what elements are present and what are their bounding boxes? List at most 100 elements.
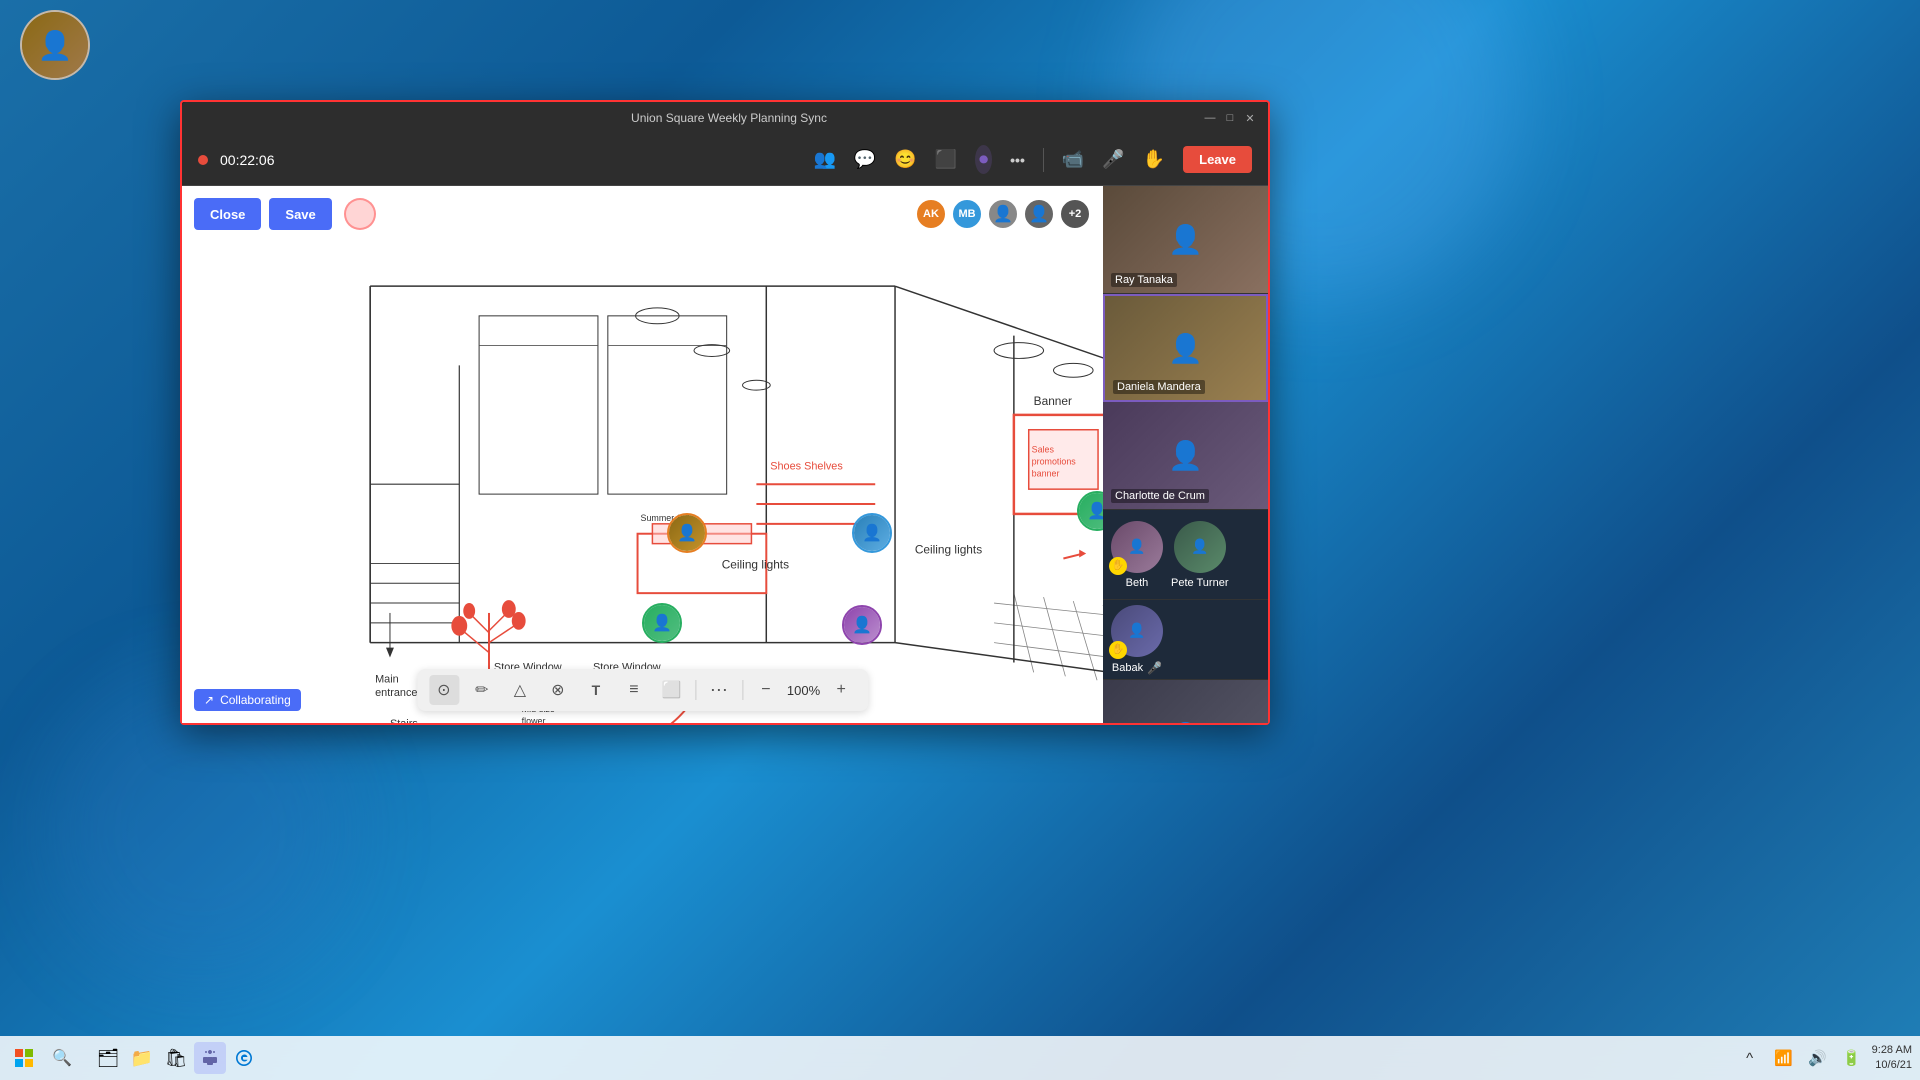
maximize-button[interactable]: □	[1224, 112, 1236, 124]
meeting-timer: 00:22:06	[220, 152, 275, 168]
babak-hand-badge: ✋	[1109, 641, 1127, 659]
babak-mic-icon: 🎤	[1147, 661, 1162, 675]
title-bar: Union Square Weekly Planning Sync — □ ✕	[182, 102, 1268, 134]
whiteboard-top-bar: Close Save	[194, 198, 376, 230]
pete-name: Pete Turner	[1171, 577, 1228, 589]
cursor-person-1: 👤	[667, 513, 707, 553]
taskbar-datetime: 9:28 AM 10/6/21	[1872, 1043, 1912, 1074]
taskbar-time-display: 9:28 AM	[1872, 1043, 1912, 1058]
participant-more-count: +2	[1059, 198, 1091, 230]
whiteboard-close-button[interactable]: Close	[194, 198, 261, 230]
whiteboard-area[interactable]: Close Save AK MB 👤 👤 +2	[182, 186, 1103, 723]
teams-window: Union Square Weekly Planning Sync — □ ✕ …	[180, 100, 1270, 725]
taskbar-app-store[interactable]: 🛍	[160, 1042, 192, 1074]
taskbar-chevron[interactable]: ^	[1736, 1044, 1764, 1072]
zoom-out-button[interactable]: −	[751, 675, 781, 705]
minimize-button[interactable]: —	[1204, 112, 1216, 124]
desktop-user-avatar: 👤	[20, 10, 90, 80]
taskbar-date-display: 10/6/21	[1872, 1058, 1912, 1073]
svg-text:Stairs: Stairs	[390, 718, 418, 723]
recording-indicator	[198, 155, 208, 165]
shape-tool[interactable]: △	[505, 675, 535, 705]
taskbar-volume-icon[interactable]: 🔊	[1804, 1044, 1832, 1072]
video-tile-ray-tanaka: 👤 Ray Tanaka	[1103, 186, 1268, 294]
daniela-name: Daniela Mandera	[1113, 380, 1205, 394]
hand-raise-icon[interactable]: ✋	[1143, 149, 1165, 170]
svg-text:flower: flower	[522, 716, 546, 723]
participant-row-beth-pete: 👤 ✋ Beth 👤 Pete Turner	[1103, 510, 1268, 600]
svg-text:Shoes Shelves: Shoes Shelves	[770, 460, 843, 472]
participant-avatar-4: 👤	[1023, 198, 1055, 230]
more-shape-tool[interactable]: ⬜	[657, 675, 687, 705]
video-tile-bottom: 👤	[1103, 680, 1268, 723]
participant-avatar-ak: AK	[915, 198, 947, 230]
pen-tool[interactable]: ✏	[467, 675, 497, 705]
zoom-level: 100%	[787, 683, 820, 698]
text-tool[interactable]: T	[581, 675, 611, 705]
svg-text:Ceiling lights: Ceiling lights	[915, 543, 982, 557]
taskbar-app-teams[interactable]	[194, 1042, 226, 1074]
participants-panel: 👤 Ray Tanaka 👤 Daniela Mandera 👤 Charlot…	[1103, 186, 1268, 723]
connector-tool[interactable]: ⊗	[543, 675, 573, 705]
more-icon[interactable]: •••	[1010, 152, 1025, 168]
participant-beth: 👤 ✋ Beth	[1111, 521, 1163, 589]
taskbar-wifi-icon[interactable]: 📶	[1770, 1044, 1798, 1072]
svg-text:Banner: Banner	[1034, 394, 1072, 408]
main-content: Close Save AK MB 👤 👤 +2	[182, 186, 1268, 723]
emoji-icon[interactable]: 😊	[894, 149, 916, 170]
cursor-person-4: 👤	[842, 605, 882, 645]
taskbar: 🔍 🗂 📁 🛍 ^ 📶 🔊 🔋 9:28 AM 10/6/21	[0, 1036, 1920, 1080]
leave-button[interactable]: Leave	[1183, 146, 1252, 173]
participant-pete: 👤 Pete Turner	[1171, 521, 1228, 589]
beth-name: Beth	[1126, 577, 1149, 589]
toolbar-divider	[695, 680, 696, 700]
whiteboard-drawing: Ceiling lights Ceiling lights Banner Sto…	[182, 186, 1103, 723]
svg-text:banner: banner	[1032, 468, 1060, 478]
taskbar-search-button[interactable]: 🔍	[44, 1042, 80, 1074]
start-button[interactable]	[8, 1042, 40, 1074]
svg-text:Main: Main	[375, 673, 399, 685]
collab-icon: ↗	[204, 693, 214, 707]
window-title: Union Square Weekly Planning Sync	[254, 111, 1204, 125]
whiteboard-participants: AK MB 👤 👤 +2	[915, 198, 1091, 230]
participant-avatar-mb: MB	[951, 198, 983, 230]
format-tool[interactable]: ≡	[619, 675, 649, 705]
taskbar-battery-icon[interactable]: 🔋	[1838, 1044, 1866, 1072]
taskbar-apps: 🗂 📁 🛍	[92, 1042, 260, 1074]
toolbar-divider-2	[742, 680, 743, 700]
select-tool[interactable]: ⊙	[429, 675, 459, 705]
svg-text:promotions: promotions	[1032, 456, 1077, 466]
taskbar-app-widgets[interactable]: 🗂	[92, 1042, 124, 1074]
cursor-person-2: 👤	[852, 513, 892, 553]
camera-icon[interactable]: 📹	[1062, 149, 1084, 170]
video-tile-daniela: 👤 Daniela Mandera	[1103, 294, 1268, 402]
whiteboard-save-button[interactable]: Save	[269, 198, 331, 230]
more-options-tool[interactable]: ⋯	[704, 675, 734, 705]
babak-name: Babak	[1112, 662, 1143, 674]
zoom-in-button[interactable]: +	[826, 675, 856, 705]
bottom-person-video: 👤	[1103, 680, 1268, 723]
svg-text:entrance: entrance	[375, 687, 417, 699]
whiteboard-toolbar: ⊙ ✏ △ ⊗ T ≡ ⬜ ⋯ − 100% +	[417, 669, 868, 711]
chat-icon[interactable]: 💬	[854, 149, 876, 170]
svg-text:Ceiling lights: Ceiling lights	[722, 557, 789, 571]
mic-icon[interactable]: 🎤	[1102, 149, 1124, 170]
taskbar-app-explorer[interactable]: 📁	[126, 1042, 158, 1074]
collab-label: Collaborating	[220, 693, 291, 707]
pete-avatar: 👤	[1174, 521, 1226, 573]
taskbar-system-icons: ^ 📶 🔊 🔋 9:28 AM 10/6/21	[1736, 1043, 1912, 1074]
record-icon[interactable]: ⏺	[975, 145, 992, 174]
people-icon[interactable]: 👥	[813, 149, 835, 170]
share-icon[interactable]: ⬛	[935, 149, 957, 170]
svg-text:Sales: Sales	[1032, 445, 1055, 455]
beth-hand-badge: ✋	[1109, 557, 1127, 575]
ray-tanaka-name: Ray Tanaka	[1111, 273, 1177, 287]
charlotte-name: Charlotte de Crum	[1111, 489, 1209, 503]
close-button[interactable]: ✕	[1244, 112, 1256, 124]
meeting-toolbar: 00:22:06 👥 💬 😊 ⬛ ⏺ ••• 📹 🎤 ✋ Leave	[182, 134, 1268, 186]
taskbar-app-edge[interactable]	[228, 1042, 260, 1074]
participant-row-babak: 👤 ✋ Babak 🎤	[1103, 600, 1268, 680]
cursor-person-3: 👤	[642, 603, 682, 643]
video-tile-charlotte: 👤 Charlotte de Crum	[1103, 402, 1268, 510]
participant-babak: 👤 ✋ Babak 🎤	[1111, 605, 1163, 675]
